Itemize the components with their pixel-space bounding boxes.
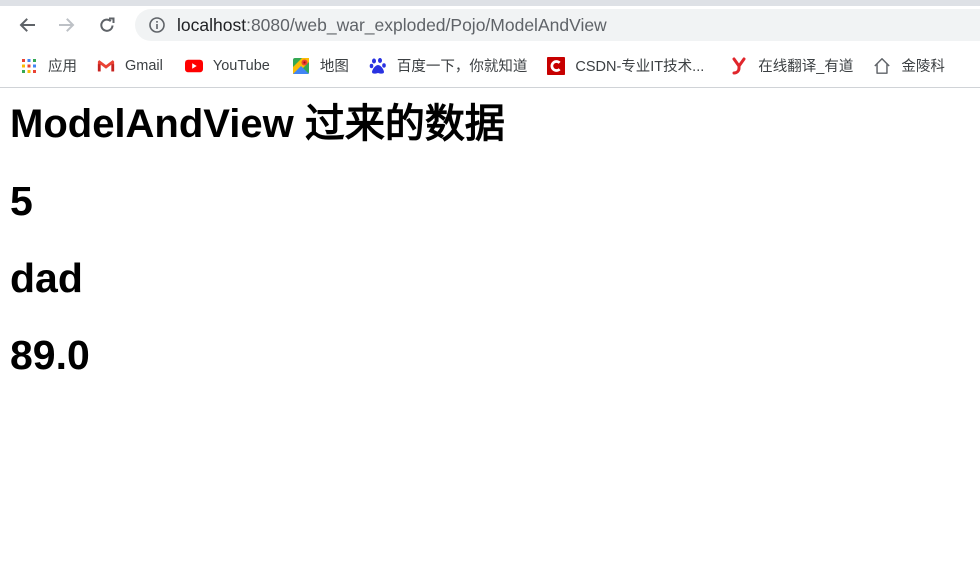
info-icon[interactable] <box>149 17 165 33</box>
apps-grid-icon <box>20 57 38 75</box>
bookmark-youdao[interactable]: 在线翻译_有道 <box>730 55 853 76</box>
bookmark-csdn[interactable]: CSDN-专业IT技术... <box>547 55 704 76</box>
address-bar[interactable]: localhost:8080/web_war_exploded/Pojo/Mod… <box>135 9 980 41</box>
page-content: ModelAndView 过来的数据 5 dad 89.0 <box>0 104 980 376</box>
maps-icon <box>292 57 310 75</box>
bookmark-label: 应用 <box>48 59 77 75</box>
bookmark-home[interactable]: 金陵科 <box>873 55 945 76</box>
bookmark-baidu[interactable]: 百度一下，你就知道 <box>369 55 528 76</box>
arrow-left-icon <box>19 18 35 32</box>
value-score: 89.0 <box>10 332 90 378</box>
browser-toolbar: localhost:8080/web_war_exploded/Pojo/Mod… <box>0 6 980 44</box>
bookmarks-bar: 应用 Gmail YouTube 地图 百度一下，你就知道 CSDN-专业IT技… <box>0 44 980 88</box>
bookmark-label: 在线翻译_有道 <box>758 59 854 75</box>
bookmark-label: Gmail <box>125 57 163 74</box>
bookmark-label: YouTube <box>212 57 270 74</box>
bookmark-label: 百度一下，你就知道 <box>396 59 528 75</box>
bookmark-gmail[interactable]: Gmail <box>97 57 163 75</box>
bookmark-label: 地图 <box>319 59 349 75</box>
forward-button[interactable] <box>53 11 81 39</box>
back-button[interactable] <box>13 11 41 39</box>
url-path: :8080/web_war_exploded/Pojo/ModelAndView <box>246 14 607 35</box>
arrow-right-icon <box>59 18 75 32</box>
bookmark-youtube[interactable]: YouTube <box>184 57 270 75</box>
reload-icon <box>100 17 115 32</box>
home-icon <box>873 57 891 75</box>
youdao-icon <box>730 57 748 75</box>
csdn-icon <box>547 56 566 75</box>
bookmark-apps[interactable]: 应用 <box>20 55 77 76</box>
url-text[interactable]: localhost:8080/web_war_exploded/Pojo/Mod… <box>177 15 607 36</box>
page-title: ModelAndView 过来的数据 <box>10 102 505 146</box>
baidu-icon <box>369 57 387 75</box>
gmail-icon <box>97 57 115 75</box>
bookmark-label: CSDN-专业IT技术... <box>575 59 705 75</box>
value-name: dad <box>10 255 83 301</box>
value-number: 5 <box>10 178 33 224</box>
bookmark-label: 金陵科 <box>901 59 945 75</box>
reload-button[interactable] <box>93 11 121 39</box>
youtube-icon <box>184 57 203 75</box>
url-host: localhost <box>177 14 247 35</box>
bookmark-maps[interactable]: 地图 <box>292 55 349 76</box>
